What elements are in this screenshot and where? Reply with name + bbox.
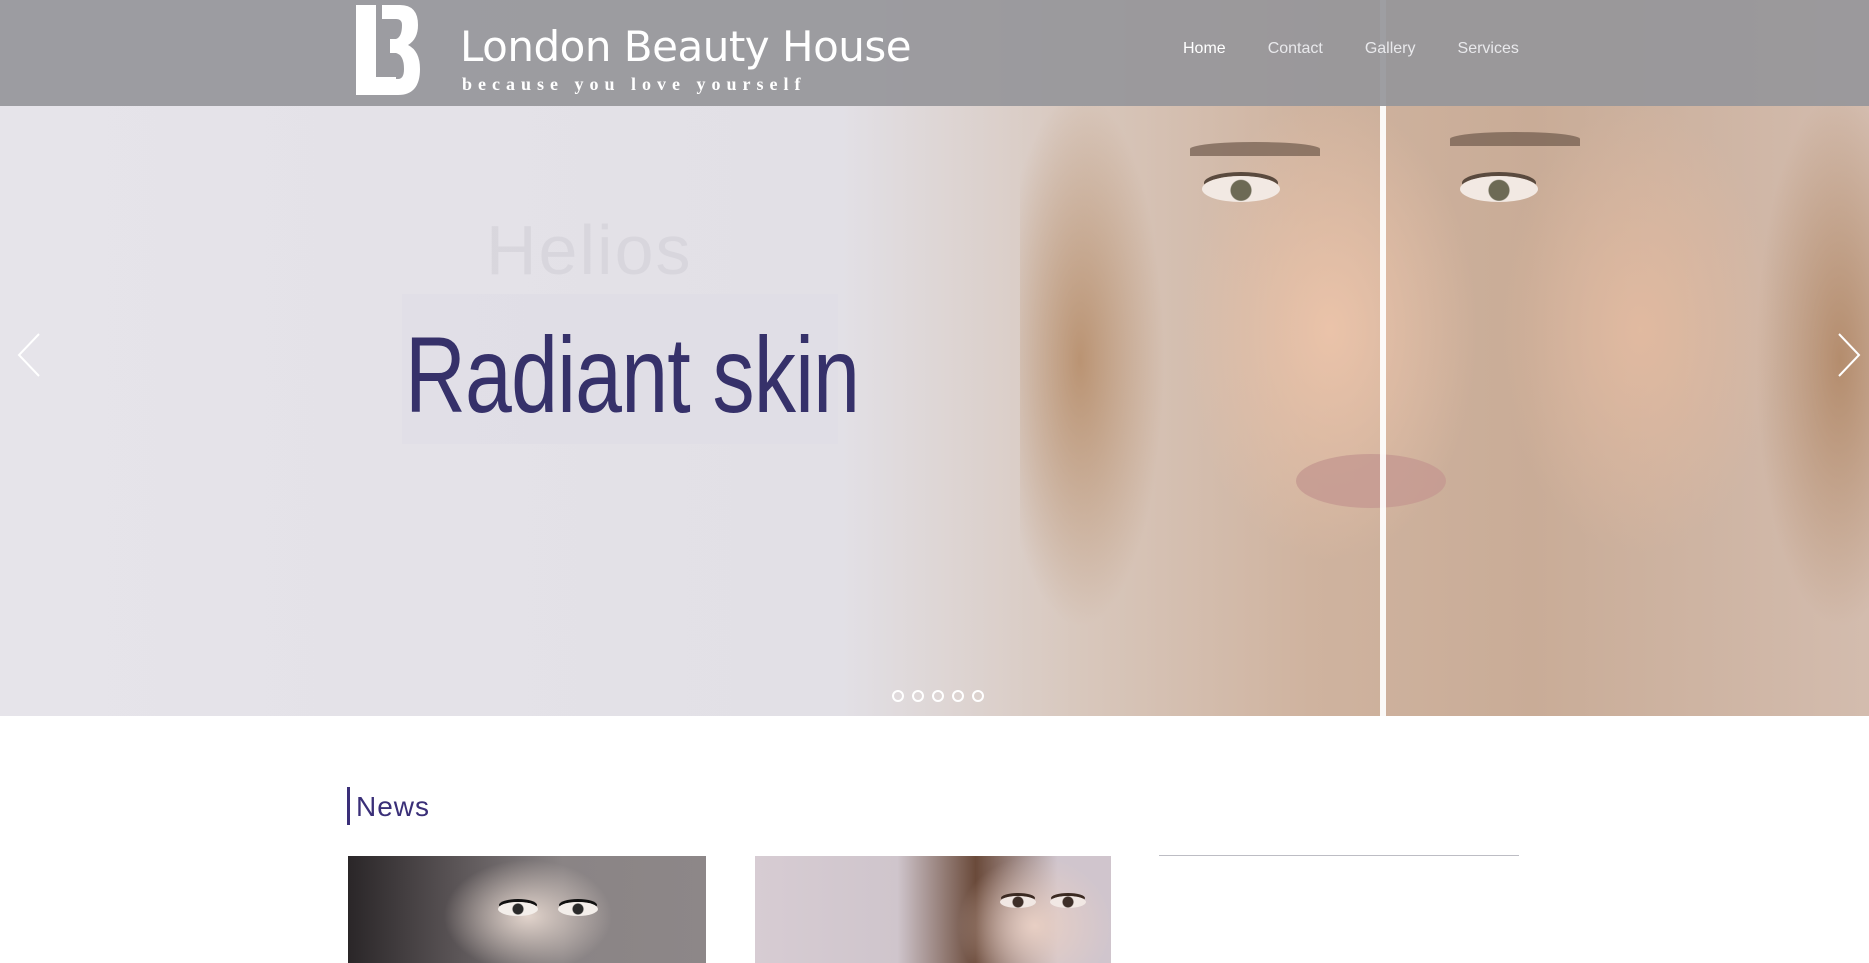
slider-dot-2[interactable] <box>912 690 924 702</box>
hero-image-brow-left <box>1190 142 1320 156</box>
slider-dot-4[interactable] <box>952 690 964 702</box>
news-card-1-eye-left <box>498 902 538 916</box>
news-card-2-eye-right <box>1050 896 1086 908</box>
site-header: London Beauty House because you love you… <box>0 0 1869 106</box>
news-card-1-image[interactable] <box>348 856 706 963</box>
slider-dot-1[interactable] <box>892 690 904 702</box>
hero-image-brow-right <box>1450 132 1580 146</box>
nav-item-gallery[interactable]: Gallery <box>1365 40 1416 58</box>
chevron-right-icon[interactable] <box>1833 332 1863 378</box>
slider-dot-5[interactable] <box>972 690 984 702</box>
hero-ghost-text: Helios <box>486 211 693 289</box>
brand-tagline: because you love yourself <box>462 74 807 94</box>
news-title-accent <box>347 787 350 825</box>
chevron-left-icon[interactable] <box>15 332 45 378</box>
hero-slider: Helios Radiant skin <box>0 0 1869 716</box>
main-nav: Home Contact Gallery Services <box>1183 40 1561 58</box>
news-heading: News <box>356 791 431 822</box>
slider-pagination <box>892 690 984 702</box>
nav-item-contact[interactable]: Contact <box>1268 40 1323 58</box>
hero-image-lips <box>1296 454 1446 508</box>
logo[interactable] <box>356 5 420 95</box>
news-card-1-eye-right <box>558 902 598 916</box>
nav-item-home[interactable]: Home <box>1183 40 1226 58</box>
news-card-2-eye-left <box>1000 896 1036 908</box>
hero-image <box>1020 0 1869 716</box>
hero-image-eye-left <box>1202 176 1280 202</box>
news-card-3-divider <box>1159 855 1519 856</box>
hero-headline: Radiant skin <box>405 314 860 435</box>
slider-dot-3[interactable] <box>932 690 944 702</box>
hero-image-eye-right <box>1460 176 1538 202</box>
before-after-divider <box>1380 0 1386 716</box>
brand-title[interactable]: London Beauty House <box>460 22 912 71</box>
nav-item-services[interactable]: Services <box>1458 40 1519 58</box>
news-card-2-image[interactable] <box>755 856 1111 963</box>
